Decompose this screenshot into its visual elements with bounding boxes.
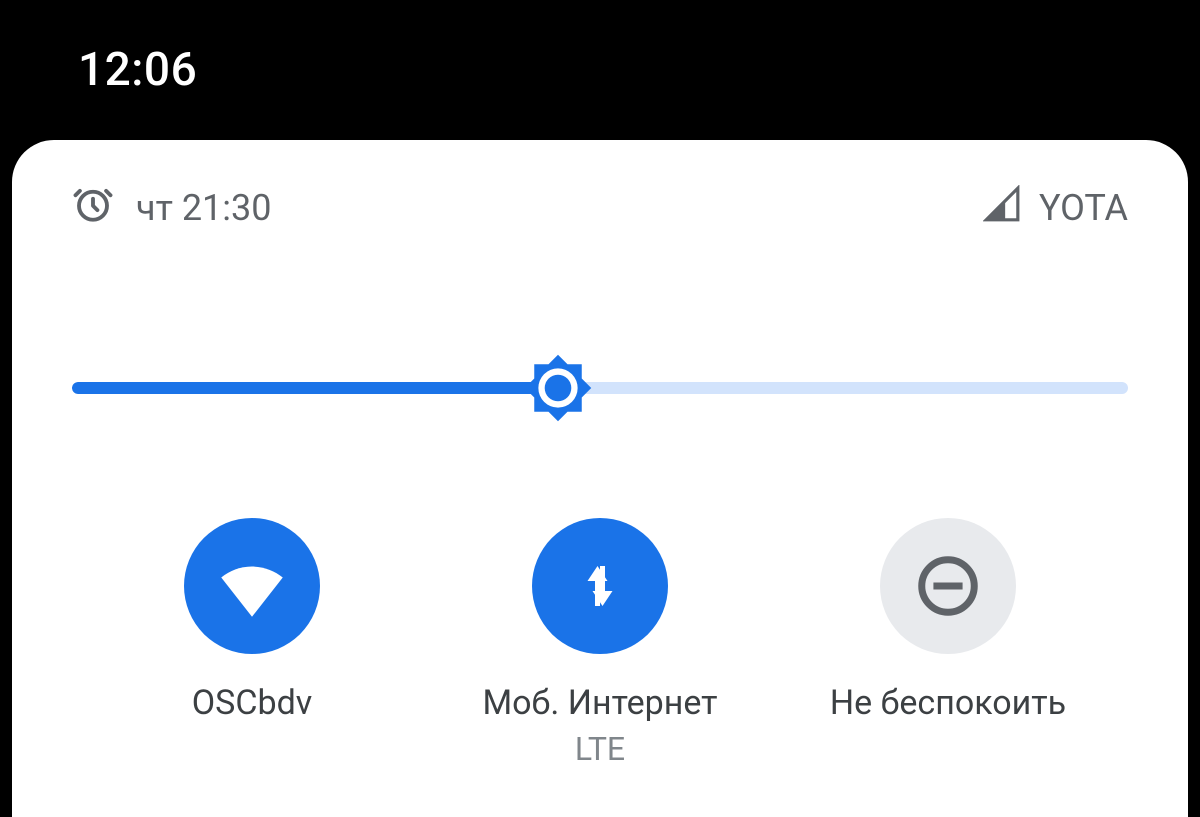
- wifi-label: OSCbdv: [192, 686, 312, 720]
- dnd-tile[interactable]: Не беспокоить: [798, 518, 1098, 768]
- qs-header: чт 21:30 YOTA: [72, 140, 1128, 268]
- qs-header-left[interactable]: чт 21:30: [72, 183, 271, 234]
- wifi-icon: [184, 518, 320, 654]
- brightness-track: [72, 382, 1128, 394]
- carrier-label: YOTA: [1039, 187, 1128, 229]
- dnd-icon: [880, 518, 1016, 654]
- clock-time: 12:06: [78, 43, 197, 97]
- mobile-data-label: Моб. Интернет: [482, 686, 717, 720]
- mobile-data-icon: [532, 518, 668, 654]
- status-bar: 12:06: [0, 0, 1200, 140]
- brightness-slider[interactable]: [72, 328, 1128, 448]
- qs-header-right[interactable]: YOTA: [983, 185, 1128, 232]
- mobile-data-tile[interactable]: Моб. Интернет LTE: [450, 518, 750, 768]
- brightness-fill: [72, 382, 558, 394]
- quick-settings-panel: чт 21:30 YOTA: [12, 140, 1188, 817]
- brightness-icon: [520, 411, 596, 430]
- alarm-time-label: чт 21:30: [136, 187, 271, 229]
- brightness-thumb[interactable]: [520, 350, 596, 426]
- quick-tiles-row: OSCbdv Моб. Интернет LTE Не беспокоить: [72, 518, 1128, 768]
- dnd-label: Не беспокоить: [830, 686, 1066, 720]
- wifi-tile[interactable]: OSCbdv: [102, 518, 402, 768]
- signal-icon: [983, 185, 1021, 232]
- mobile-data-sublabel: LTE: [575, 730, 625, 768]
- alarm-icon: [72, 183, 114, 234]
